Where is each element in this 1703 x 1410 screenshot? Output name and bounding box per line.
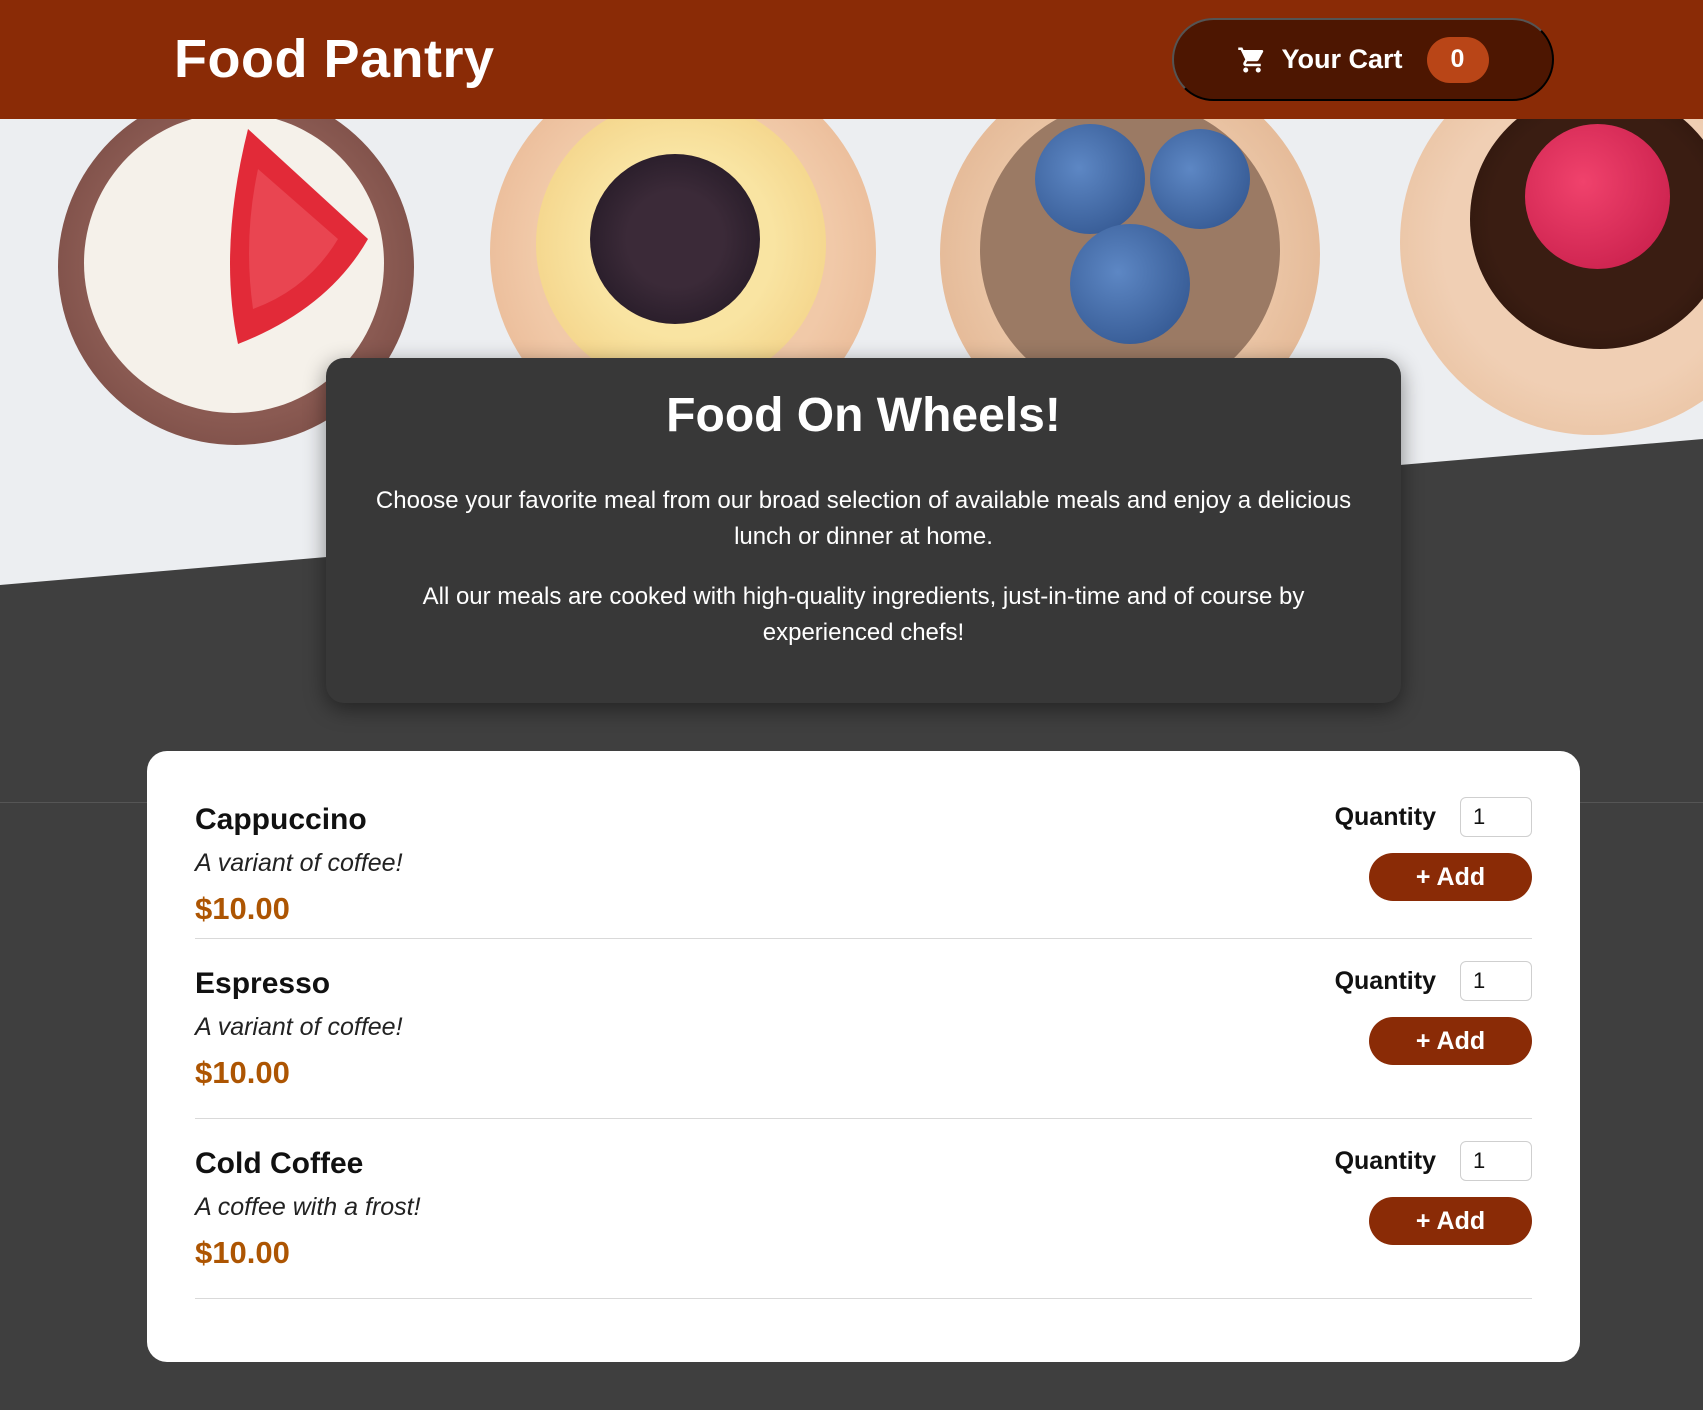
add-button[interactable]: + Add bbox=[1369, 1017, 1532, 1065]
summary-card: Food On Wheels! Choose your favorite mea… bbox=[326, 358, 1401, 703]
raspberry-tart-image bbox=[1400, 119, 1703, 435]
quantity-input[interactable] bbox=[1460, 797, 1532, 837]
meal-item-espresso: Espresso A variant of coffee! $10.00 Qua… bbox=[195, 939, 1532, 1119]
summary-paragraph-2: All our meals are cooked with high-quali… bbox=[422, 583, 1305, 646]
quantity-row: Quantity bbox=[1335, 1141, 1532, 1181]
quantity-label: Quantity bbox=[1334, 966, 1436, 995]
meal-name: Cappuccino bbox=[195, 803, 367, 836]
meal-name: Espresso bbox=[195, 967, 331, 1000]
meal-price: $10.00 bbox=[195, 1235, 290, 1270]
cart-label: Your Cart bbox=[1281, 44, 1403, 74]
app-header: Food Pantry Your Cart 0 bbox=[0, 0, 1703, 119]
meal-description: A variant of coffee! bbox=[195, 849, 403, 877]
quantity-row: Quantity bbox=[1335, 961, 1532, 1001]
quantity-label: Quantity bbox=[1334, 802, 1436, 831]
quantity-label: Quantity bbox=[1334, 1146, 1436, 1175]
summary-title: Food On Wheels! bbox=[666, 389, 1061, 442]
cart-count-badge: 0 bbox=[1426, 36, 1489, 83]
add-button[interactable]: + Add bbox=[1369, 853, 1532, 901]
quantity-input[interactable] bbox=[1460, 961, 1532, 1001]
cart-icon bbox=[1238, 47, 1264, 72]
meal-price: $10.00 bbox=[195, 891, 290, 926]
meal-name: Cold Coffee bbox=[195, 1147, 364, 1180]
brand-title: Food Pantry bbox=[174, 29, 495, 89]
summary-paragraph-1: Choose your favorite meal from our broad… bbox=[375, 487, 1352, 550]
meal-description: A coffee with a frost! bbox=[195, 1193, 421, 1221]
meal-item-cold-coffee: Cold Coffee A coffee with a frost! $10.0… bbox=[195, 1119, 1532, 1299]
quantity-input[interactable] bbox=[1460, 1141, 1532, 1181]
meals-list: Cappuccino A variant of coffee! $10.00 Q… bbox=[147, 751, 1580, 1362]
meal-price: $10.00 bbox=[195, 1055, 290, 1090]
cart-button[interactable]: Your Cart 0 bbox=[1172, 18, 1554, 101]
meal-item-cappuccino: Cappuccino A variant of coffee! $10.00 Q… bbox=[195, 797, 1532, 939]
add-button[interactable]: + Add bbox=[1369, 1197, 1532, 1245]
quantity-row: Quantity bbox=[1335, 797, 1532, 837]
meal-description: A variant of coffee! bbox=[195, 1013, 403, 1041]
